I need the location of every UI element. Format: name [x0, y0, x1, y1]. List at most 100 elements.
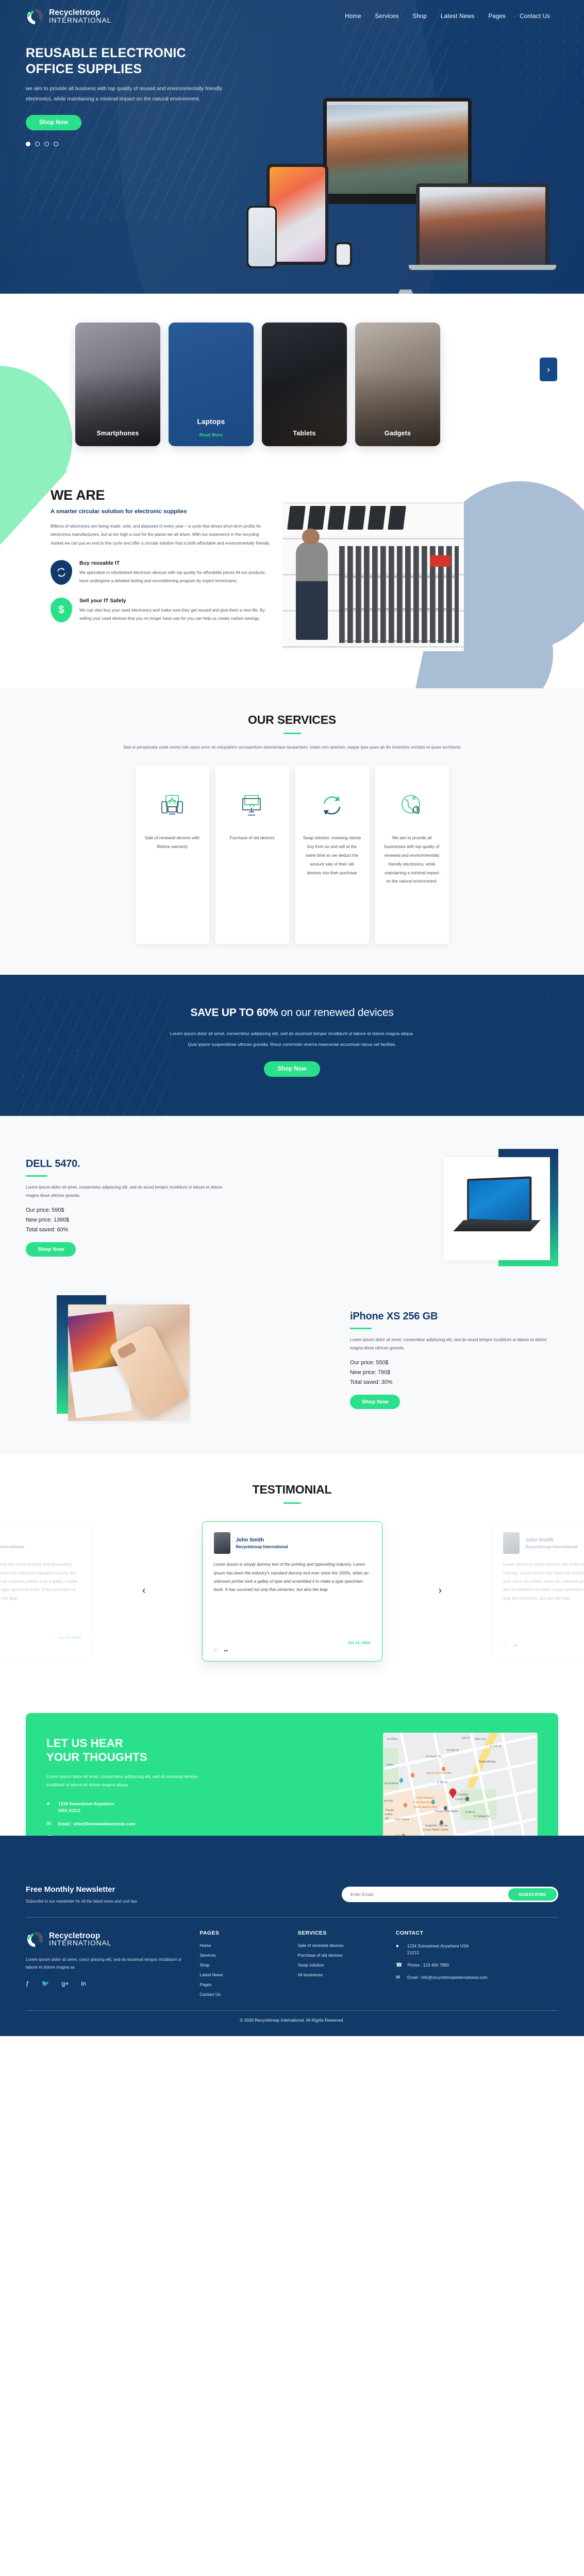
nav-item-pages[interactable]: Pages — [489, 13, 506, 20]
testimonial-date: Oct 10, 2020 — [503, 1635, 584, 1640]
category-gradient-overlay — [355, 323, 440, 446]
categories-next-arrow-icon[interactable]: › — [540, 358, 557, 381]
laptop-screen — [469, 1178, 529, 1222]
envelope-icon: ✉ — [46, 1820, 52, 1827]
nav-item-shop[interactable]: Shop — [412, 13, 427, 20]
newsletter-subscribe-button[interactable]: SUBSCRIBE — [508, 1888, 557, 1901]
product-shop-now-button[interactable]: Shop Now — [26, 1242, 76, 1257]
product-title-underline — [350, 1327, 372, 1329]
footer-link-contact-us[interactable]: Contact Us — [199, 1992, 283, 1997]
categories-section: Smartphones Laptops Read More Tablets Ga… — [0, 294, 584, 471]
footer-divider — [26, 1917, 558, 1918]
footer-address: ● 1234 Somestreet Anywhere USA 21212 — [396, 1943, 558, 1956]
contact-email-text: Email : info@Renewedelectronic.com — [58, 1821, 136, 1826]
testimonial-header: John Smith Recycletroop International — [0, 1532, 81, 1554]
testimonial-card-next[interactable]: John Smith Recycletroop International Lo… — [491, 1521, 584, 1657]
service-card-sale-of-renewed-devices[interactable]: Sale of renewed devices with lifetime wa… — [135, 766, 209, 944]
testimonial-prev-arrow-icon[interactable]: ‹ — [142, 1585, 145, 1597]
promo-headline: SAVE UP TO 60% on our renewed devices — [0, 1007, 584, 1019]
service-card-purchase-of-old-devices[interactable]: Purchase of old devices — [215, 766, 289, 944]
map-label: N Church St — [426, 1755, 441, 1759]
promo-shop-now-button[interactable]: Shop Now — [264, 1061, 320, 1077]
heart-icon[interactable]: ♡ — [214, 1648, 218, 1654]
newsletter-form: SUBSCRIBE — [342, 1887, 558, 1903]
share-icon[interactable]: ↦ — [513, 1643, 518, 1649]
category-card-laptops[interactable]: Laptops Read More — [169, 323, 254, 446]
brand-text: Recycletroop INTERNATIONAL — [49, 9, 111, 24]
promo-text: Lorem ipsum dolor sit amet, consectetur … — [0, 1028, 584, 1050]
globe-leaf-icon — [382, 785, 442, 827]
feature-title: Sell your IT Safely — [79, 598, 126, 604]
footer-link-services[interactable]: Services — [199, 1953, 283, 1958]
footer-service-all-businesse[interactable]: All businesse — [298, 1973, 381, 1977]
category-label: Laptops — [197, 418, 225, 426]
footer-phone[interactable]: ☎ Phone : 123 456 7890 — [396, 1962, 558, 1969]
service-card-swap-solution[interactable]: Swap solution: meaning clients buy from … — [295, 766, 369, 944]
google-plus-icon[interactable]: g+ — [62, 1980, 69, 1987]
product-new-price: New price: 790$ — [350, 1369, 391, 1376]
facebook-icon[interactable]: ƒ — [26, 1980, 29, 1987]
promo-text-line1: Lorem ipsum dolor sit amet, consectetur … — [170, 1031, 414, 1037]
footer-columns: Recycletroop INTERNATIONAL Lorem ipsum d… — [26, 1930, 558, 2002]
hero-section: Recycletroop INTERNATIONAL Home Services… — [0, 0, 584, 294]
brand-logo[interactable]: Recycletroop INTERNATIONAL — [26, 7, 111, 26]
testimonial-author-org: Recycletroop International — [0, 1544, 24, 1549]
nav-item-contact-us[interactable]: Contact Us — [520, 13, 550, 20]
worker-figure — [296, 529, 328, 640]
footer-social-links: ƒ 🐦 g+ in — [26, 1980, 185, 1987]
testimonial-next-arrow-icon[interactable]: › — [439, 1585, 442, 1597]
hero-shop-now-button[interactable]: Shop Now — [26, 114, 82, 130]
product-iphone-xs: iPhone XS 256 GB Lorem ipsum dolor sit a… — [0, 1295, 584, 1424]
newsletter-email-input[interactable] — [343, 1892, 509, 1897]
we-are-image-column — [282, 487, 560, 657]
slider-dot-4[interactable] — [54, 141, 58, 146]
nav-item-latest-news[interactable]: Latest News — [441, 13, 474, 20]
footer-service-purchase-of-old-devices[interactable]: Purchase of old devices — [298, 1953, 381, 1958]
footer-service-swap-solution[interactable]: Swap solution — [298, 1963, 381, 1968]
category-card-gadgets[interactable]: Gadgets — [355, 323, 440, 446]
footer-email[interactable]: ✉ Email : info@recycletroopinternational… — [396, 1975, 558, 1981]
product-description: Lorem ipsum dolor sit amet, consectetur … — [350, 1337, 547, 1351]
nav-item-services[interactable]: Services — [375, 13, 399, 20]
slider-dot-2[interactable] — [35, 141, 40, 146]
iphone-device — [247, 206, 277, 268]
map-label: stry — [385, 1817, 390, 1821]
ipad-screen — [270, 167, 325, 262]
footer-address-line1: 1234 Somestreet Anywhere USA — [407, 1944, 469, 1949]
twitter-icon[interactable]: 🐦 — [42, 1980, 49, 1987]
category-card-tablets[interactable]: Tablets — [262, 323, 347, 446]
footer-service-sale-of-renewed-devices[interactable]: Sale of renewed devices — [298, 1943, 381, 1948]
footer-brand-text: Recycletroop INTERNATIONAL — [49, 1931, 111, 1947]
slider-dot-3[interactable] — [44, 141, 49, 146]
product-new-price: New price: 1390$ — [26, 1217, 70, 1224]
hero-title-line2: OFFICE SUPPLIES — [26, 61, 142, 76]
product-our-price: Our price: 590$ — [26, 1207, 64, 1214]
footer-link-pages[interactable]: Pages — [199, 1982, 283, 1987]
share-icon[interactable]: ↦ — [224, 1648, 228, 1654]
heart-icon[interactable]: ♡ — [503, 1643, 507, 1649]
linkedin-icon[interactable]: in — [81, 1980, 86, 1987]
map-label: Google Fiber Space — [435, 1810, 459, 1814]
testimonial-card-active[interactable]: John Smith Recycletroop International Lo… — [202, 1521, 382, 1662]
product-shop-now-button[interactable]: Shop Now — [350, 1394, 401, 1409]
contact-address-text: 1234 Somestreet Anywhere USA 21212 — [58, 1801, 114, 1814]
footer-phone-text: Phone : 123 456 7890 — [407, 1962, 449, 1968]
category-card-smartphones[interactable]: Smartphones — [75, 323, 160, 446]
footer-brand-logo[interactable]: Recycletroop INTERNATIONAL — [26, 1930, 185, 1948]
testimonial-actions: ♡ ↦ — [214, 1648, 371, 1654]
slider-dot-1[interactable] — [26, 141, 30, 146]
footer-link-home[interactable]: Home — [199, 1943, 283, 1948]
testimonial-date: Oct 10, 2020 — [58, 1635, 81, 1640]
footer-link-latest-news[interactable]: Latest News — [199, 1973, 283, 1977]
category-read-more-link[interactable]: Read More — [169, 432, 254, 437]
category-label: Tablets — [293, 430, 316, 437]
promo-decor-dots-left — [0, 1044, 98, 1111]
product-description: Lorem ipsum dolor sit amet, consectetur … — [26, 1184, 223, 1198]
nav-item-home[interactable]: Home — [345, 13, 361, 20]
map-label: wn Place — [387, 1738, 398, 1741]
product-dell-5470: DELL 5470. Lorem ipsum dolor sit amet, c… — [0, 1143, 584, 1272]
service-card-all-business[interactable]: We aim to provide all businesses with to… — [375, 766, 449, 944]
categories-list: Smartphones Laptops Read More Tablets Ga… — [0, 323, 584, 446]
testimonial-card-previous[interactable]: John Smith Recycletroop International Lo… — [0, 1521, 93, 1657]
footer-link-shop[interactable]: Shop — [199, 1963, 283, 1968]
